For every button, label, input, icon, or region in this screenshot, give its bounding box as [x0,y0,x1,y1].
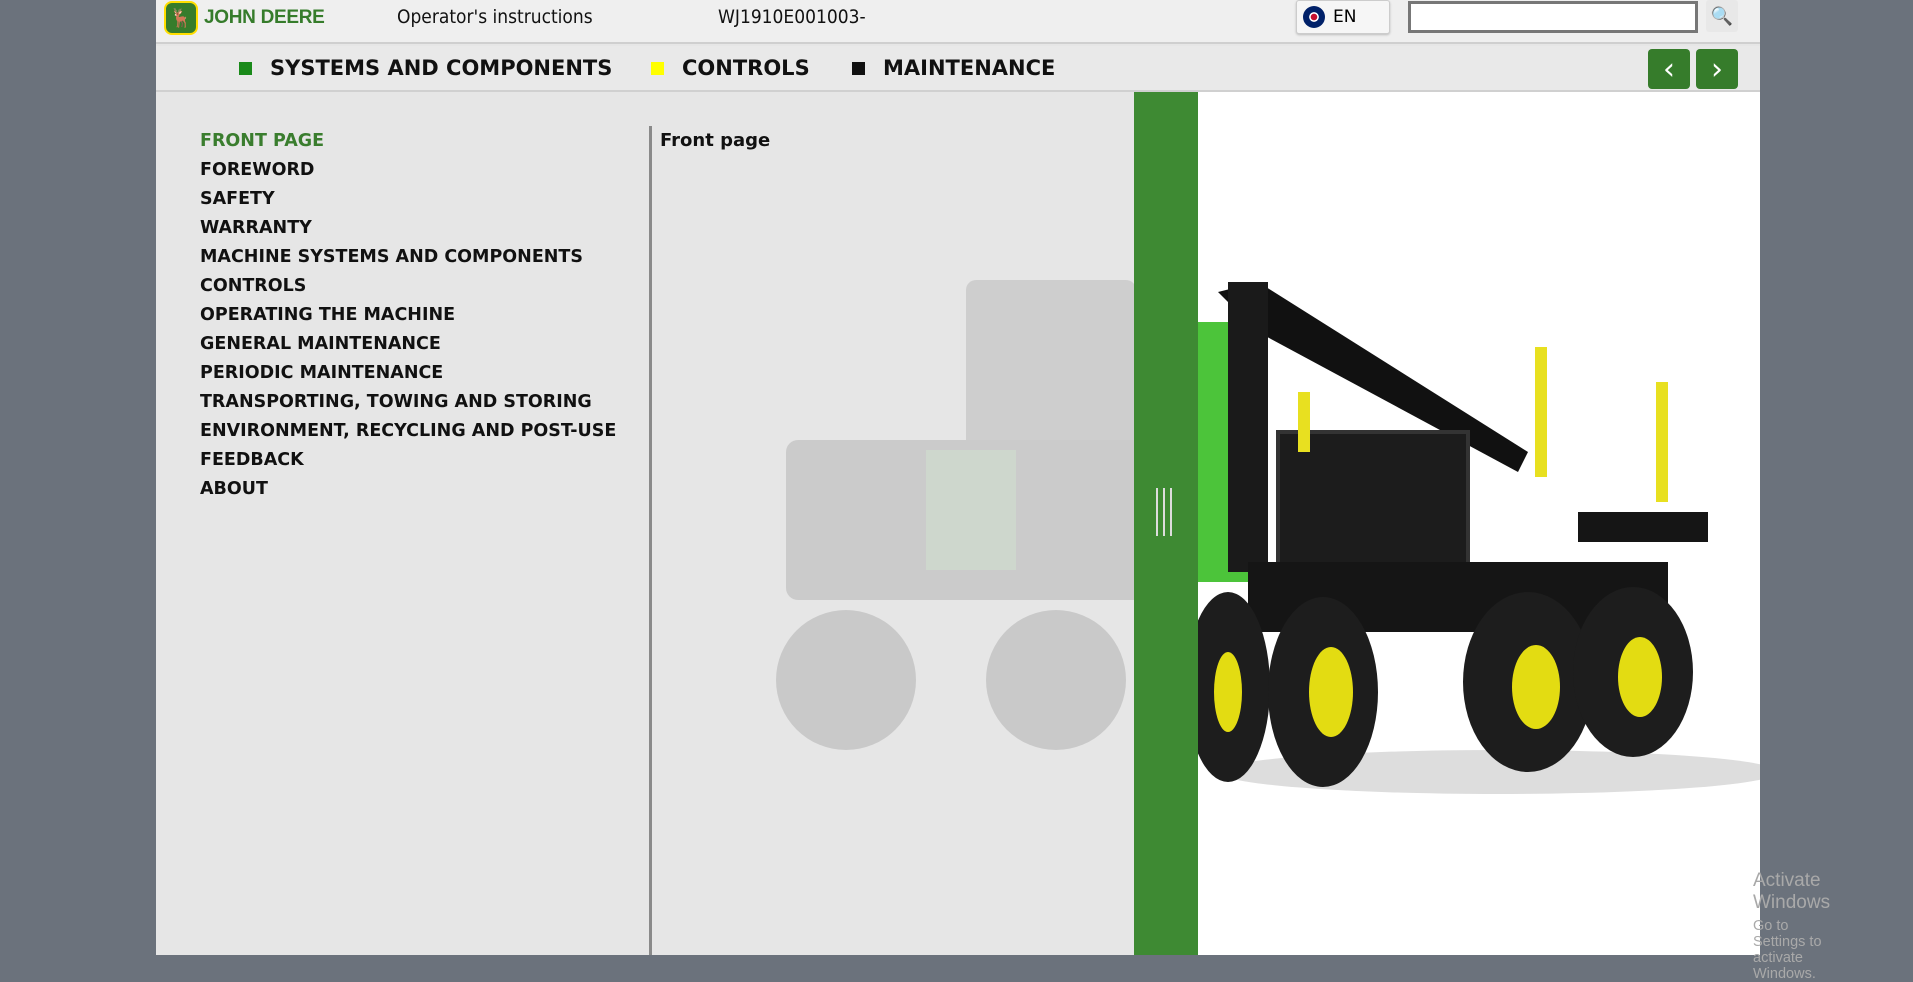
resize-handle[interactable] [1156,488,1178,536]
toc-item[interactable]: TRANSPORTING, TOWING AND STORING [200,391,616,420]
watermark-title: Activate Windows [1753,870,1831,913]
toc-item[interactable]: GENERAL MAINTENANCE [200,333,616,362]
table-of-contents: FRONT PAGE FOREWORD SAFETY WARRANTY MACHINE … [200,130,616,507]
toc-item[interactable]: ENVIRONMENT, RECYCLING AND POST-USE [200,420,616,449]
nav-label: MAINTENANCE [883,56,1056,80]
black-square-icon [852,61,865,75]
deer-icon: 🦌 [164,1,198,35]
chevron-right-icon: › [1711,51,1723,87]
toc-item[interactable]: WARRANTY [200,217,616,246]
search-input[interactable] [1408,1,1698,33]
toc-item[interactable]: MACHINE SYSTEMS AND COMPONENTS [200,246,616,275]
toc-item[interactable]: PERIODIC MAINTENANCE [200,362,616,391]
language-label: EN [1333,7,1357,27]
nav-systems-and-components[interactable]: SYSTEMS AND COMPONENTS [239,56,612,80]
yellow-square-icon [651,61,664,75]
green-square-icon [239,61,252,75]
doc-type: Operator's instructions [397,6,593,28]
brand-name: JOHN DEERE [204,7,325,28]
activate-windows-watermark: Activate Windows Go to Settings to activ… [1753,870,1830,982]
pane-divider [649,126,652,955]
language-button[interactable]: EN [1296,0,1390,34]
toc-item[interactable]: OPERATING THE MACHINE [200,304,616,333]
chevron-left-icon: ‹ [1663,51,1675,87]
next-page-button[interactable]: › [1696,49,1738,89]
faded-machine-image [776,280,1146,750]
doc-id: WJ1910E001003- [718,6,866,28]
previous-page-button[interactable]: ‹ [1648,49,1690,89]
manual-viewer: 🦌 JOHN DEERE Operator's instructions WJ1… [156,0,1830,982]
toc-item[interactable]: FRONT PAGE [200,130,616,159]
watermark-subtitle: Go to Settings to activate Windows. [1753,918,1822,982]
nav-label: SYSTEMS AND COMPONENTS [270,56,613,80]
toc-item[interactable]: SAFETY [200,188,616,217]
nav-controls[interactable]: CONTROLS [651,56,810,80]
search-icon: 🔍 [1710,5,1734,27]
toc-item[interactable]: ABOUT [200,478,616,507]
john-deere-logo[interactable]: 🦌 JOHN DEERE [164,1,325,35]
section-nav: SYSTEMS AND COMPONENTS CONTROLS MAINTENA… [156,46,1760,92]
search-button[interactable]: 🔍 [1706,0,1738,32]
header: 🦌 JOHN DEERE Operator's instructions WJ1… [156,0,1760,44]
toc-item[interactable]: FOREWORD [200,159,616,188]
toc-item[interactable]: FEEDBACK [200,449,616,478]
nav-label: CONTROLS [682,56,810,80]
toc-item[interactable]: CONTROLS [200,275,616,304]
forwarder-machine-image [1186,92,1778,955]
page-title: Front page [660,130,771,151]
uk-flag-icon [1303,6,1325,28]
nav-maintenance[interactable]: MAINTENANCE [852,56,1055,80]
